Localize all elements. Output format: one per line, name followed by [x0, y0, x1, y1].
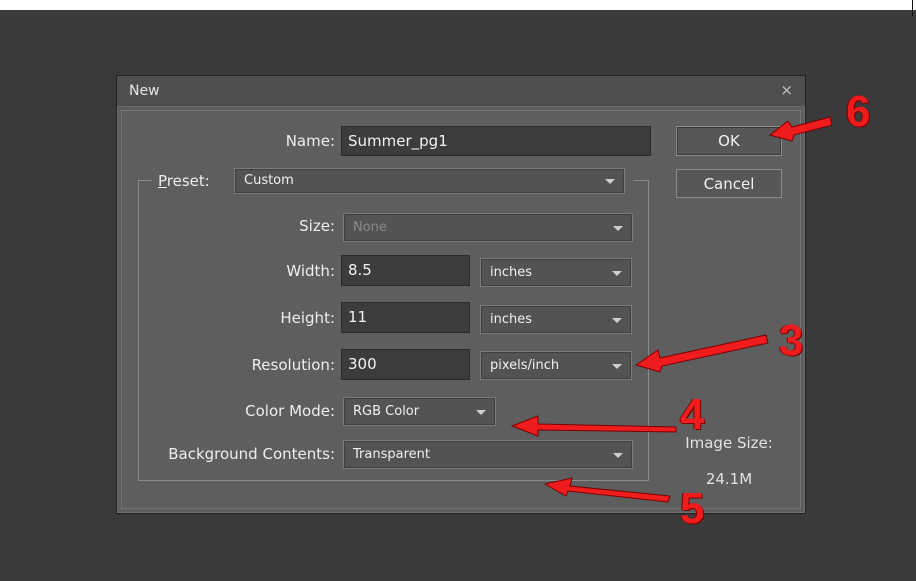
name-input[interactable]: Summer_pg1	[341, 126, 651, 156]
name-label: Name:	[285, 132, 335, 150]
preset-select[interactable]: Custom	[234, 168, 625, 194]
height-input[interactable]: 11	[341, 302, 470, 333]
cancel-button[interactable]: Cancel	[676, 169, 782, 198]
width-label: Width:	[286, 262, 335, 280]
color-mode-label: Color Mode:	[245, 402, 335, 420]
preset-select-value: Custom	[244, 173, 294, 188]
resolution-unit-select[interactable]: pixels/inch	[480, 351, 632, 380]
chevron-down-icon	[613, 225, 623, 231]
chevron-down-icon	[612, 270, 622, 276]
background-contents-label: Background Contents:	[168, 445, 335, 463]
preset-frame-top-right	[634, 180, 648, 181]
height-unit-select[interactable]: inches	[480, 305, 632, 334]
screen: New × Name: Summer_pg1 Preset: Custom Si…	[0, 0, 916, 581]
preset-label: Preset:	[158, 172, 228, 190]
width-unit-value: inches	[490, 265, 533, 280]
background-contents-select[interactable]: Transparent	[343, 440, 633, 469]
annotation-number-3: 3	[779, 316, 804, 365]
size-select[interactable]: None	[343, 213, 633, 242]
annotation-number-4: 4	[680, 390, 705, 439]
chevron-down-icon	[613, 452, 623, 458]
background-contents-value: Transparent	[353, 447, 430, 462]
chevron-down-icon	[605, 179, 615, 184]
top-strip	[0, 0, 916, 10]
chevron-down-icon	[612, 363, 622, 369]
size-select-value: None	[353, 220, 387, 235]
annotation-number-5: 5	[680, 484, 705, 533]
preset-frame-top-left	[138, 180, 152, 181]
height-unit-value: inches	[490, 312, 533, 327]
ok-button[interactable]: OK	[676, 126, 782, 156]
close-icon[interactable]: ×	[780, 81, 793, 99]
width-unit-select[interactable]: inches	[480, 258, 632, 287]
color-mode-select[interactable]: RGB Color	[343, 397, 496, 426]
size-label: Size:	[299, 217, 335, 235]
resolution-label: Resolution:	[251, 356, 335, 374]
annotation-number-6: 6	[846, 87, 871, 136]
top-strip-tick	[912, 0, 913, 16]
resolution-input[interactable]: 300	[341, 349, 470, 380]
width-input[interactable]: 8.5	[341, 255, 470, 286]
height-label: Height:	[280, 309, 335, 327]
color-mode-value: RGB Color	[353, 404, 420, 419]
chevron-down-icon	[612, 317, 622, 323]
dialog-titlebar[interactable]: New ×	[117, 76, 805, 107]
dialog-title: New	[129, 83, 160, 99]
chevron-down-icon	[476, 409, 486, 415]
preset-label-mnemonic: P	[158, 172, 167, 190]
preset-label-rest: reset:	[166, 172, 210, 190]
resolution-unit-value: pixels/inch	[490, 358, 560, 373]
